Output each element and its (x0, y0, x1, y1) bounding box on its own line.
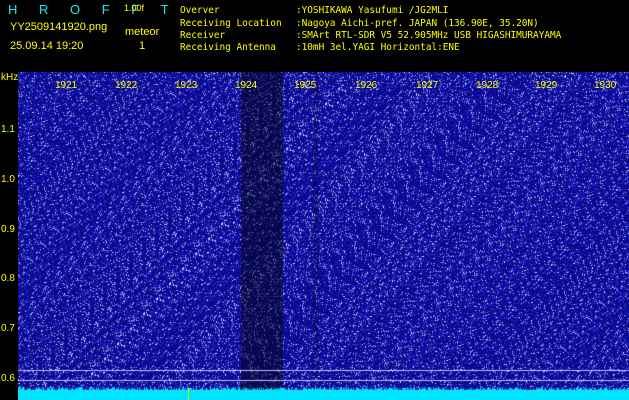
info-key: Receiving Antenna (180, 42, 276, 53)
y-tick-label: 1.1 (1, 124, 15, 135)
info-value: :SMArt RTL-SDR V5 52.905MHz USB HIGASHIM… (296, 30, 562, 41)
x-tick-label: 1929 (535, 80, 558, 91)
hrofft-window: H R O F F T 1.00f YY2509141920.png meteo… (0, 0, 629, 400)
app-title: H R O F F T (8, 2, 178, 17)
x-tick-label: 1927 (416, 80, 439, 91)
file-name: YY2509141920.png (10, 21, 108, 33)
info-value: :Nagoya Aichi-pref. JAPAN (136.90E, 35.2… (296, 18, 539, 29)
frequency-unit-label: kHz (1, 72, 19, 83)
x-tick-label: 1926 (355, 80, 378, 91)
info-value: :YOSHIKAWA Yasufumi /JG2MLI (296, 5, 449, 16)
meteor-count: 1 (139, 40, 146, 52)
y-tick-label: 0.8 (1, 273, 15, 284)
y-tick-label: 0.9 (1, 224, 15, 235)
capture-datetime: 25.09.14 19:20 (10, 40, 84, 52)
x-tick-label: 1925 (294, 80, 317, 91)
x-tick-label: 1921 (55, 80, 78, 91)
app-version: 1.00f (124, 3, 145, 13)
y-tick-label: 0.6 (1, 373, 15, 384)
y-tick-label: 1.0 (1, 174, 15, 185)
x-tick-label: 1928 (476, 80, 499, 91)
info-value: :10mH 3el.YAGI Horizontal:ENE (296, 42, 460, 53)
info-key: Receiver (180, 30, 226, 41)
y-tick-label: 0.7 (1, 323, 15, 334)
observation-mode: meteor (125, 26, 160, 38)
x-tick-label: 1924 (235, 80, 258, 91)
info-key: Receiving Location (180, 18, 282, 29)
x-tick-label: 1930 (594, 80, 617, 91)
spectrogram-canvas (18, 72, 629, 400)
x-tick-label: 1923 (175, 80, 198, 91)
info-key: Overver (180, 5, 220, 16)
x-tick-label: 1922 (115, 80, 138, 91)
